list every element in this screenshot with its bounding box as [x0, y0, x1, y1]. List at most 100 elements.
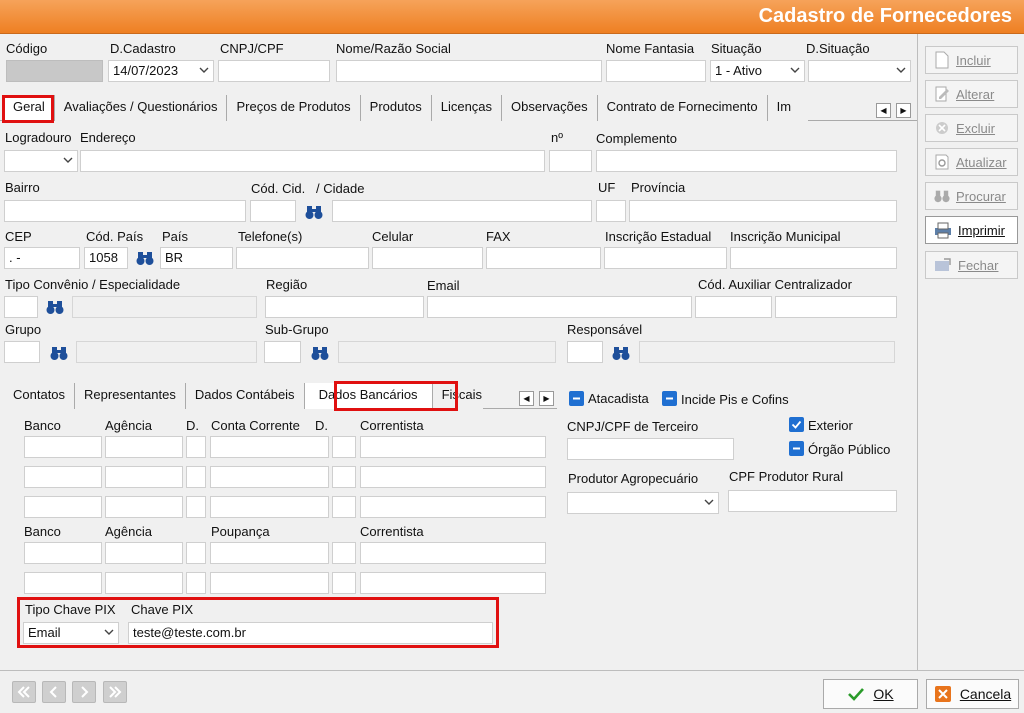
banco-field[interactable]	[24, 466, 102, 488]
cod-aux-desc[interactable]	[775, 296, 897, 318]
binoculars-icon[interactable]	[50, 345, 68, 361]
binoculars-icon[interactable]	[46, 299, 64, 315]
complemento-field[interactable]	[596, 150, 897, 172]
fechar-button[interactable]: Fechar	[925, 251, 1018, 279]
cidade-field[interactable]	[332, 200, 592, 222]
ie-field[interactable]	[604, 247, 727, 269]
ok-button[interactable]: OK	[823, 679, 918, 709]
celular-field[interactable]	[372, 247, 483, 269]
provincia-field[interactable]	[629, 200, 897, 222]
subtab-scroll-right-button[interactable]: ▶	[539, 391, 554, 406]
poupanca-dv-field[interactable]	[332, 572, 356, 594]
cod-aux-field[interactable]	[695, 296, 772, 318]
fantasia-field[interactable]	[606, 60, 706, 82]
last-record-button[interactable]	[103, 681, 127, 703]
agencia-field[interactable]	[105, 496, 183, 518]
telefone-field[interactable]	[236, 247, 369, 269]
atualizar-button[interactable]: Atualizar	[925, 148, 1018, 176]
binoculars-icon[interactable]	[136, 250, 154, 266]
next-record-button[interactable]	[72, 681, 96, 703]
cod-cid-field[interactable]	[250, 200, 296, 222]
tab-produtos[interactable]: Produtos	[360, 95, 432, 121]
agencia-field[interactable]	[105, 436, 183, 458]
correntista-field[interactable]	[360, 436, 546, 458]
procurar-button[interactable]: Procurar	[925, 182, 1018, 210]
pais-field[interactable]: BR	[160, 247, 233, 269]
codigo-field[interactable]	[6, 60, 103, 82]
binoculars-icon[interactable]	[305, 204, 323, 220]
incluir-button[interactable]: Incluir	[925, 46, 1018, 74]
conta-dv-field[interactable]	[332, 466, 356, 488]
subtab-fiscais[interactable]: Fiscais	[432, 383, 483, 409]
logradouro-select[interactable]	[4, 150, 78, 172]
email-field[interactable]	[427, 296, 692, 318]
banco-field[interactable]	[24, 572, 102, 594]
fax-field[interactable]	[486, 247, 601, 269]
conta-dv-field[interactable]	[332, 496, 356, 518]
produtor-select[interactable]	[567, 492, 719, 514]
agencia-dv-field[interactable]	[186, 436, 206, 458]
grupo-field[interactable]	[4, 341, 40, 363]
correntista-field[interactable]	[360, 466, 546, 488]
subtab-scroll-left-button[interactable]: ◀	[519, 391, 534, 406]
tab-scroll-right-button[interactable]: ▶	[896, 103, 911, 118]
subtab-dados-contabeis[interactable]: Dados Contábeis	[185, 383, 305, 409]
nome-field[interactable]	[336, 60, 602, 82]
subtab-dados-bancarios[interactable]: Dados Bancários	[304, 383, 433, 409]
tab-avaliacoes[interactable]: Avaliações / Questionários	[54, 95, 228, 121]
banco-field[interactable]	[24, 436, 102, 458]
bairro-field[interactable]	[4, 200, 246, 222]
agencia-dv-field[interactable]	[186, 572, 206, 594]
poupanca-dv-field[interactable]	[332, 542, 356, 564]
situacao-select[interactable]: 1 - Ativo	[710, 60, 805, 82]
conta-field[interactable]	[210, 466, 329, 488]
agencia-dv-field[interactable]	[186, 496, 206, 518]
correntista-field[interactable]	[360, 572, 546, 594]
agencia-dv-field[interactable]	[186, 542, 206, 564]
previous-record-button[interactable]	[42, 681, 66, 703]
tipo-pix-select[interactable]: Email	[23, 622, 119, 644]
banco-field[interactable]	[24, 542, 102, 564]
endereco-field[interactable]	[80, 150, 545, 172]
conta-dv-field[interactable]	[332, 436, 356, 458]
regiao-field[interactable]	[265, 296, 424, 318]
agencia-field[interactable]	[105, 542, 183, 564]
im-field[interactable]	[730, 247, 897, 269]
binoculars-icon[interactable]	[311, 345, 329, 361]
incide-checkbox[interactable]	[662, 391, 677, 406]
alterar-button[interactable]: Alterar	[925, 80, 1018, 108]
imprimir-button[interactable]: Imprimir	[925, 216, 1018, 244]
first-record-button[interactable]	[12, 681, 36, 703]
agencia-field[interactable]	[105, 572, 183, 594]
cod-pais-field[interactable]: 1058	[84, 247, 128, 269]
cnpj-terceiro-field[interactable]	[567, 438, 734, 460]
cnpj-field[interactable]	[218, 60, 330, 82]
conta-field[interactable]	[210, 496, 329, 518]
agencia-field[interactable]	[105, 466, 183, 488]
tab-geral[interactable]: Geral	[4, 95, 55, 121]
cep-field[interactable]: . -	[4, 247, 80, 269]
tab-contrato[interactable]: Contrato de Fornecimento	[597, 95, 768, 121]
conta-field[interactable]	[210, 436, 329, 458]
dcadastro-field[interactable]: 14/07/2023	[108, 60, 214, 82]
poupanca-field[interactable]	[210, 572, 329, 594]
orgao-checkbox[interactable]	[789, 441, 804, 456]
atacadista-checkbox[interactable]	[569, 391, 584, 406]
tab-precos[interactable]: Preços de Produtos	[227, 95, 361, 121]
tab-truncated[interactable]: Im	[767, 95, 808, 121]
subgrupo-field[interactable]	[264, 341, 301, 363]
excluir-button[interactable]: Excluir	[925, 114, 1018, 142]
tab-licencas[interactable]: Licenças	[431, 95, 503, 121]
tab-scroll-left-button[interactable]: ◀	[876, 103, 891, 118]
subtab-contatos[interactable]: Contatos	[4, 383, 76, 409]
banco-field[interactable]	[24, 496, 102, 518]
responsavel-field[interactable]	[567, 341, 603, 363]
dsituacao-field[interactable]	[808, 60, 911, 82]
cancel-button[interactable]: Cancela	[926, 679, 1019, 709]
binoculars-icon[interactable]	[612, 345, 630, 361]
tipo-convenio-field[interactable]	[4, 296, 38, 318]
exterior-checkbox[interactable]	[789, 417, 804, 432]
poupanca-field[interactable]	[210, 542, 329, 564]
correntista-field[interactable]	[360, 496, 546, 518]
chave-pix-field[interactable]: teste@teste.com.br	[128, 622, 493, 644]
